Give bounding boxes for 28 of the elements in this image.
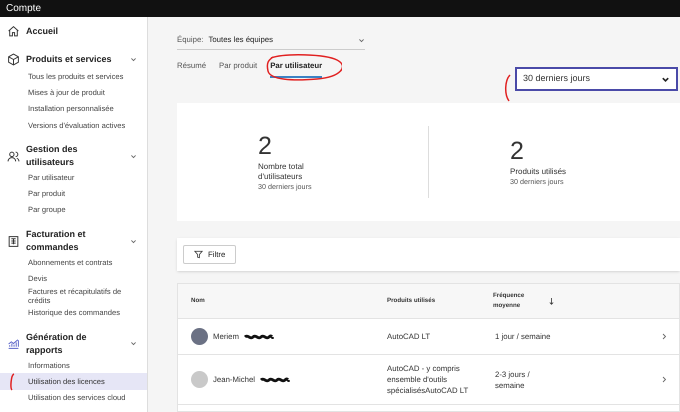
- stat-value: 2: [510, 136, 525, 165]
- home-icon: [7, 24, 20, 38]
- sidebar-section-header[interactable]: Facturation et commandes: [0, 228, 147, 254]
- sidebar-section-header[interactable]: Génération de rapports: [0, 330, 147, 357]
- stat-label: Nombre total d'utilisateurs: [258, 162, 305, 182]
- sidebar-section-header[interactable]: Produits et services: [0, 50, 147, 68]
- avatar-placeholder: [191, 371, 208, 388]
- stat-label: Produits utilisés: [510, 166, 568, 177]
- sidebar-section-header[interactable]: Accueil: [0, 22, 147, 40]
- sort-arrow-icon[interactable]: [549, 298, 554, 304]
- bracket-annotation: [9, 373, 15, 391]
- stat-value: 2: [258, 132, 273, 160]
- sidebar-section-header[interactable]: Gestion des utilisateurs: [0, 143, 147, 170]
- users-icon: [7, 150, 20, 163]
- chevron-right-icon: [662, 333, 667, 340]
- filter-icon: [194, 250, 203, 259]
- bar-chart-icon: [7, 337, 20, 350]
- chevron-right-icon: [662, 376, 667, 383]
- avatar-placeholder: [191, 328, 208, 345]
- redaction-scribble: [260, 376, 290, 384]
- window-title: Compte: [6, 2, 42, 16]
- ledger-icon: [7, 234, 20, 248]
- redaction-scribble: [244, 332, 274, 340]
- period-select[interactable]: 30 derniers jours: [515, 67, 678, 91]
- chevron-down-icon: [661, 74, 670, 84]
- bracket-annotation: [503, 74, 511, 102]
- chevron-down-icon: [358, 36, 365, 44]
- cube-icon: [7, 52, 20, 66]
